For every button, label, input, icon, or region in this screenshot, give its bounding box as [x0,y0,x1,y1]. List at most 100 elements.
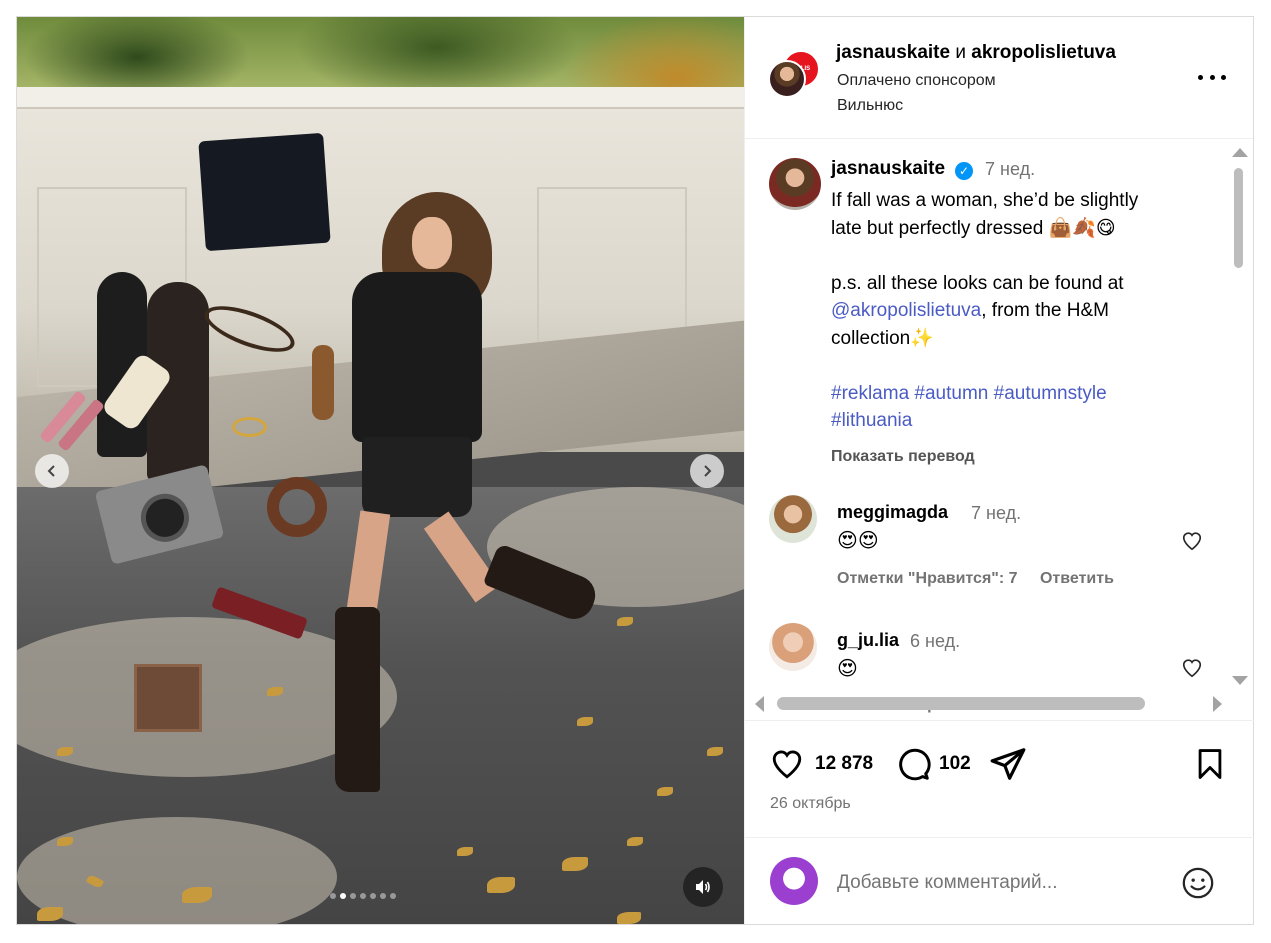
author-username-link[interactable]: jasnauskaite [836,42,950,63]
author-avatar[interactable] [768,60,806,98]
media-model-jacket [352,272,482,442]
show-translation-button[interactable]: Показать перевод [831,448,975,466]
media-wall-cap [17,87,744,109]
comment-input[interactable] [837,869,1167,897]
caption-username[interactable]: jasnauskaite [831,158,945,180]
media-leaf [617,617,633,626]
slide-dot [370,893,376,899]
caption-avatar[interactable] [769,158,821,210]
media-model-boot [335,607,380,792]
like-comment-heart-icon[interactable] [1181,657,1203,679]
comment-time[interactable]: 7 нед. [971,503,1021,524]
next-slide-button[interactable] [690,454,724,488]
comment-avatar[interactable] [769,623,817,671]
sound-icon [696,880,710,894]
comment-time[interactable]: 6 нед. [910,631,960,652]
caption-line: late but perfectly dressed 👜🍂😋 [831,217,1116,239]
vertical-scroll-thumb[interactable] [1234,168,1243,268]
header-conjunction: и [955,42,966,63]
chevron-right-icon [704,465,712,477]
slide-dot [350,893,356,899]
more-dot-icon [1198,74,1203,80]
media-leaf [57,837,73,846]
like-heart-icon[interactable] [769,747,805,781]
scroll-up-arrow-icon[interactable] [1232,148,1248,157]
collaborator-username-link[interactable]: akropolislietuva [971,42,1116,63]
media-leaf [37,907,63,921]
current-user-avatar [770,857,818,905]
comment-text: 😍 [837,658,858,680]
scroll-left-arrow-icon[interactable] [755,696,764,712]
save-bookmark-icon[interactable] [1193,746,1227,782]
comment-bubble-icon[interactable] [895,746,931,782]
scroll-right-arrow-icon[interactable] [1213,696,1222,712]
comment-username[interactable]: meggimagda [837,502,948,523]
chevron-left-icon [47,465,55,477]
like-comment-heart-icon[interactable] [1181,530,1203,552]
horizontal-scroll-thumb[interactable] [777,697,1145,710]
media-model-skirt [362,437,472,517]
likes-count[interactable]: 12 878 [815,753,873,775]
slide-dot [360,893,366,899]
share-paper-plane-icon[interactable] [989,745,1027,783]
comment-meta: Отметки "Нравится": 7 Ответить [837,570,1132,588]
media-leaf [182,887,212,903]
post-media[interactable] [17,17,744,924]
slide-dot [340,893,346,899]
slide-indicator [330,893,396,899]
caption-line: @akropolislietuva, from the H&M [831,297,1171,325]
slide-dot [330,893,336,899]
media-leaf [627,837,643,846]
previous-slide-button[interactable] [35,454,69,488]
location-link[interactable]: Вильнюс [837,97,903,115]
media-leaf [562,857,588,871]
caption-line: If fall was a woman, she’d be slightly [831,190,1139,211]
post-side-panel: ROLIS jasnauskaite и akropolislietuva Оп… [744,17,1254,924]
sound-toggle-button[interactable] [683,867,723,907]
more-dot-icon [1221,74,1226,80]
media-sticker-compact [134,664,202,732]
post-header: ROLIS jasnauskaite и akropolislietuva Оп… [745,17,1253,139]
media-sticker-hair-clip [312,345,334,420]
comment-username[interactable]: g_ju.lia [837,630,899,651]
slide-dot [380,893,386,899]
sponsored-label[interactable]: Оплачено спонсором [837,72,996,90]
post-actions: 12 878 102 26 октябрь [745,720,1254,924]
more-dot-icon [1209,74,1215,80]
comment-likes-count[interactable]: Отметки "Нравится": 7 [837,570,1018,587]
media-leaf [457,847,473,856]
comment-text: 😍😍 [837,530,879,552]
horizontal-scrollbar[interactable] [755,693,1222,713]
vertical-scrollbar[interactable] [1231,146,1248,686]
caption-time[interactable]: 7 нед. [985,159,1035,180]
post-date[interactable]: 26 октябрь [770,795,851,813]
media-sticker-scrunchie [267,477,327,537]
caption-line: collection✨ [831,327,934,349]
comments-scroll-area[interactable]: jasnauskaite ✓ 7 нед. If fall was a woma… [745,140,1254,720]
media-sticker-earrings [232,417,267,437]
media-leaf [707,747,723,756]
more-options-button[interactable] [1198,67,1226,87]
comment-avatar[interactable] [769,495,817,543]
scroll-down-arrow-icon[interactable] [1232,676,1248,685]
media-leaf [657,787,673,796]
verified-badge-icon: ✓ [955,162,973,180]
emoji-smiley-icon[interactable] [1181,866,1215,900]
caption-line-rest: , from the H&M [981,300,1109,321]
post-dialog: ROLIS jasnauskaite и akropolislietuva Оп… [16,16,1254,925]
media-leaf [577,717,593,726]
media-model-face [412,217,452,269]
hashtag-links[interactable]: #lithuania [831,407,1171,435]
mention-link[interactable]: @akropolislietuva [831,300,981,321]
comment-reply-button[interactable]: Ответить [1040,570,1114,587]
media-leaf [487,877,515,893]
header-avatars[interactable]: ROLIS [768,50,822,104]
media-leaf [267,687,283,696]
media-leaf [57,747,73,756]
caption-line: p.s. all these looks can be found at [831,272,1124,294]
header-title: jasnauskaite и akropolislietuva [836,42,1116,64]
comments-count[interactable]: 102 [939,753,971,775]
hashtag-links[interactable]: #reklama #autumn #autumnstyle [831,380,1171,408]
